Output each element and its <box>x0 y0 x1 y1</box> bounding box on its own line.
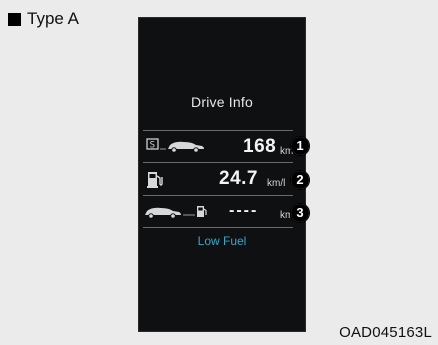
figure-code: OAD045163L <box>339 324 432 341</box>
range-dashes: ---- <box>229 202 259 219</box>
row-separator <box>143 195 293 196</box>
square-bullet-icon <box>8 12 21 26</box>
drive-info-title: Drive Info <box>191 94 253 110</box>
distance-to-empty-value: 168 <box>243 136 277 157</box>
caption-label: Type A <box>27 9 79 28</box>
fuel-economy-value: 24.7 <box>219 168 258 189</box>
row-separator <box>143 227 293 228</box>
cluster-lcd-display: Drive Info S 168 km 24.7 km/l ---- km Lo… <box>138 17 306 332</box>
figure-caption: Type A <box>8 9 79 29</box>
low-fuel-warning: Low Fuel <box>197 234 247 248</box>
callout-marker-3: 3 <box>290 203 310 223</box>
manual-figure: Type A Drive Info S 168 km 24.7 km/l ---… <box>0 0 438 345</box>
callout-marker-2: 2 <box>290 170 310 190</box>
svg-text:S: S <box>150 141 155 151</box>
fuel-pump-icon <box>147 172 163 188</box>
fuel-economy-unit: km/l <box>267 178 286 189</box>
callout-marker-1: 1 <box>290 136 310 156</box>
row-separator <box>143 162 293 163</box>
s-mode-car-icon: S <box>146 138 204 153</box>
row-separator <box>143 130 293 131</box>
car-fuel-icon <box>145 206 207 219</box>
